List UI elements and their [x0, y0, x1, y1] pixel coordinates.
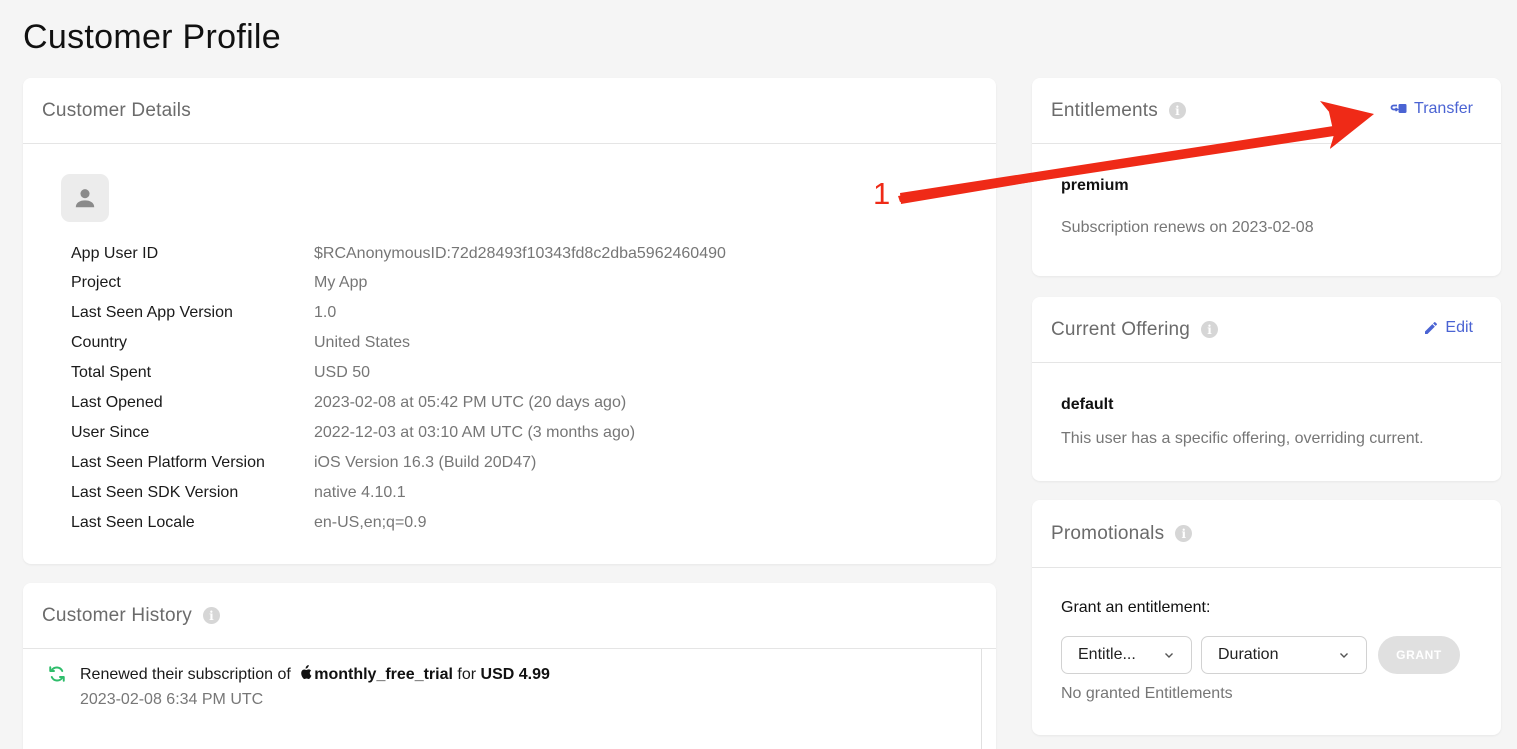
current-offering-header: Current Offering i Edit	[1032, 297, 1501, 363]
detail-key: App User ID	[71, 245, 159, 262]
detail-key: Last Seen SDK Version	[71, 484, 239, 501]
detail-key: Last Seen Locale	[71, 514, 195, 531]
entitlement-select-value: Entitle...	[1078, 646, 1136, 663]
history-scrollbar[interactable]	[981, 649, 982, 749]
offering-name: default	[1061, 396, 1114, 413]
current-offering-card: Current Offering i Edit default This use…	[1032, 297, 1501, 481]
duration-select-value: Duration	[1218, 646, 1279, 663]
detail-key: Last Opened	[71, 394, 163, 411]
info-icon[interactable]: i	[1201, 321, 1219, 338]
customer-history-title: Customer History	[42, 604, 192, 626]
info-icon[interactable]: i	[202, 607, 220, 624]
offering-description: This user has a specific offering, overr…	[1061, 430, 1424, 447]
entitlements-title: Entitlements	[1051, 99, 1158, 121]
detail-key: Total Spent	[71, 364, 152, 381]
history-event-text: Renewed their subscription of monthly_fr…	[80, 665, 550, 684]
detail-value: $RCAnonymousID:72d28493f10343fd8c2dba596…	[314, 245, 726, 262]
detail-value: USD 50	[314, 364, 371, 381]
page-title: Customer Profile	[23, 18, 281, 56]
history-middle: for	[457, 666, 477, 683]
grant-label: Grant an entitlement:	[1061, 599, 1211, 616]
detail-value: United States	[314, 334, 411, 351]
pencil-icon	[1425, 321, 1438, 334]
apple-icon	[301, 665, 312, 680]
promotionals-title: Promotionals	[1051, 522, 1165, 544]
current-offering-title: Current Offering	[1051, 318, 1191, 340]
entitlement-name: premium	[1061, 177, 1129, 194]
transfer-icon	[1390, 104, 1407, 113]
history-date: 2023-02-08 6:34 PM UTC	[80, 691, 264, 708]
detail-value: en-US,en;q=0.9	[314, 514, 427, 531]
history-prefix: Renewed their subscription of	[80, 666, 291, 683]
detail-key: Last Seen Platform Version	[71, 454, 265, 471]
detail-key: Country	[71, 334, 128, 351]
history-product: monthly_free_trial	[314, 666, 453, 683]
renew-icon	[49, 666, 65, 682]
detail-value: native 4.10.1	[314, 484, 406, 501]
customer-history-card: Customer History i Renewed their subscri…	[23, 583, 996, 749]
chevron-down-icon	[1165, 653, 1173, 658]
detail-value: iOS Version 16.3 (Build 20D47)	[314, 454, 537, 471]
detail-key: Last Seen App Version	[71, 304, 233, 321]
customer-history-header: Customer History i	[23, 583, 996, 649]
history-amount: USD 4.99	[480, 666, 550, 683]
customer-details-header: Customer Details	[23, 78, 996, 144]
no-granted-text: No granted Entitlements	[1061, 685, 1233, 702]
edit-offering-button[interactable]: Edit	[1423, 319, 1473, 337]
transfer-button[interactable]: Transfer	[1390, 100, 1473, 118]
detail-key: User Since	[71, 424, 150, 441]
chevron-down-icon	[1340, 653, 1348, 658]
detail-value: 2022-12-03 at 03:10 AM UTC (3 months ago…	[314, 424, 636, 441]
info-icon[interactable]: i	[1168, 102, 1186, 119]
detail-key: Project	[71, 274, 121, 291]
project-link[interactable]: My App	[314, 273, 367, 293]
user-icon	[75, 189, 95, 208]
avatar	[61, 174, 109, 222]
entitlements-header: Entitlements i Transfer	[1032, 78, 1501, 144]
detail-value: 2023-02-08 at 05:42 PM UTC (20 days ago)	[314, 394, 627, 411]
promotionals-header: Promotionals i	[1032, 500, 1501, 568]
duration-select[interactable]: Duration	[1201, 636, 1367, 674]
entitlement-status: Subscription renews on 2023-02-08	[1061, 219, 1314, 236]
grant-button[interactable]: GRANT	[1378, 636, 1460, 674]
transfer-label: Transfer	[1414, 100, 1473, 117]
info-icon[interactable]: i	[1175, 525, 1193, 542]
entitlements-card: Entitlements i Transfer premium Subscrip…	[1032, 78, 1501, 276]
edit-label: Edit	[1445, 319, 1473, 336]
entitlement-select[interactable]: Entitle...	[1061, 636, 1192, 674]
customer-details-card: Customer Details App User ID $RCAnonymou…	[23, 78, 996, 564]
annotation-number: 1	[873, 176, 891, 211]
customer-details-title: Customer Details	[42, 99, 191, 121]
detail-value: 1.0	[314, 304, 337, 321]
promotionals-card: Promotionals i Grant an entitlement: Ent…	[1032, 500, 1501, 735]
